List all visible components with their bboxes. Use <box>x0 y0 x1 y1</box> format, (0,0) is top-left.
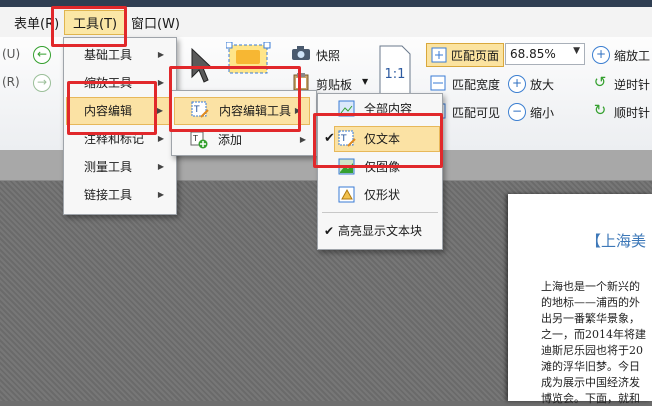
document-line: 上海也是一个新兴的 <box>541 280 640 293</box>
zoom-select[interactable]: 68.85% ▼ <box>505 43 585 65</box>
document-line: 滩的浮华旧梦。今日 <box>541 360 640 373</box>
zoom-value: 68.85% <box>510 47 556 61</box>
zoom-tool-icon[interactable]: + <box>592 46 610 64</box>
menu-separator <box>322 212 438 213</box>
document-line: 博览会。下面，就和 <box>541 392 640 405</box>
clipboard-label[interactable]: 剪贴板 <box>316 76 352 93</box>
rotate-cw-label[interactable]: 顺时针 <box>614 104 650 121</box>
shape-only-icon <box>338 186 355 203</box>
chevron-right-icon: ▶ <box>157 162 164 171</box>
chevron-right-icon: ▶ <box>156 106 163 115</box>
menu-item-label: 链接工具 <box>84 188 133 202</box>
chevron-right-icon: ▶ <box>157 190 164 199</box>
menu-item-measure-tools[interactable]: 测量工具 ▶ <box>64 154 174 180</box>
document-line: 之一，而2014年将建 <box>541 328 646 341</box>
chevron-right-icon: ▶ <box>157 78 164 87</box>
back-icon[interactable]: ← <box>33 46 51 64</box>
document-line: 出另一番繁华景象， <box>541 312 640 325</box>
checkmark-icon: ✔ <box>324 224 335 238</box>
chevron-right-icon: ▶ <box>157 50 164 59</box>
document-line: 迪斯尼乐园也将于20 <box>541 344 643 357</box>
fit-page-button[interactable]: 匹配页面 <box>426 43 504 67</box>
menu-item-link-tools[interactable]: 链接工具 ▶ <box>64 182 174 208</box>
fit-visible-label[interactable]: 匹配可见 <box>452 104 500 121</box>
zoom-tool-label[interactable]: 缩放工 <box>614 47 650 64</box>
menu-item-label: 测量工具 <box>84 160 133 174</box>
menu-item-shape-only[interactable]: 仅形状 <box>318 182 440 208</box>
actual-size-text: 1:1 <box>385 67 406 82</box>
annotation-box-text-only <box>313 113 443 168</box>
document-line: 的地标——浦西的外 <box>541 296 640 309</box>
camera-icon[interactable] <box>291 45 311 61</box>
menu-item-label: 仅形状 <box>364 188 401 202</box>
annotation-box-content-edit-tool <box>169 66 301 132</box>
document-line: 成为展示中国经济发 <box>541 376 640 389</box>
add-content-icon: T <box>190 131 208 149</box>
rotate-cw-icon[interactable]: ↻ <box>592 103 608 119</box>
snapshot-label[interactable]: 快照 <box>316 47 340 64</box>
menu-item-highlight-text-blocks[interactable]: ✔ 高亮显示文本块 <box>318 218 440 244</box>
zoom-out-label[interactable]: 缩小 <box>530 104 554 121</box>
annotation-box-content-edit <box>67 81 157 135</box>
ribbon-label-r: (R) <box>2 75 20 89</box>
chevron-right-icon: ▶ <box>157 134 164 143</box>
fit-page-icon <box>431 47 447 63</box>
zoom-in-label[interactable]: 放大 <box>530 76 554 93</box>
document-title: 【上海美 <box>586 232 647 250</box>
actual-size-icon[interactable]: 1:1 <box>378 44 412 100</box>
svg-text:T: T <box>192 134 198 143</box>
fit-width-icon[interactable] <box>430 75 446 91</box>
menu-item-label: 高亮显示文本块 <box>338 224 423 238</box>
rotate-ccw-icon[interactable]: ↺ <box>592 75 608 91</box>
rotate-ccw-label[interactable]: 逆时针 <box>614 76 650 93</box>
zoom-out-icon[interactable]: − <box>508 103 526 121</box>
chevron-down-icon: ▼ <box>573 46 580 56</box>
zoom-in-icon[interactable]: + <box>508 75 526 93</box>
clipboard-dropdown-icon[interactable]: ▼ <box>362 77 368 86</box>
fit-width-label[interactable]: 匹配宽度 <box>452 76 500 93</box>
fit-page-label: 匹配页面 <box>451 49 500 63</box>
menu-window[interactable]: 窗口(W) <box>131 13 180 32</box>
document-page[interactable]: 【上海美 上海也是一个新兴的 的地标——浦西的外 出另一番繁华景象， 之一，而2… <box>508 194 652 405</box>
ribbon-label-u: (U) <box>2 47 21 61</box>
forward-icon[interactable]: → <box>33 74 51 92</box>
annotation-box-tools-menu <box>51 6 127 47</box>
